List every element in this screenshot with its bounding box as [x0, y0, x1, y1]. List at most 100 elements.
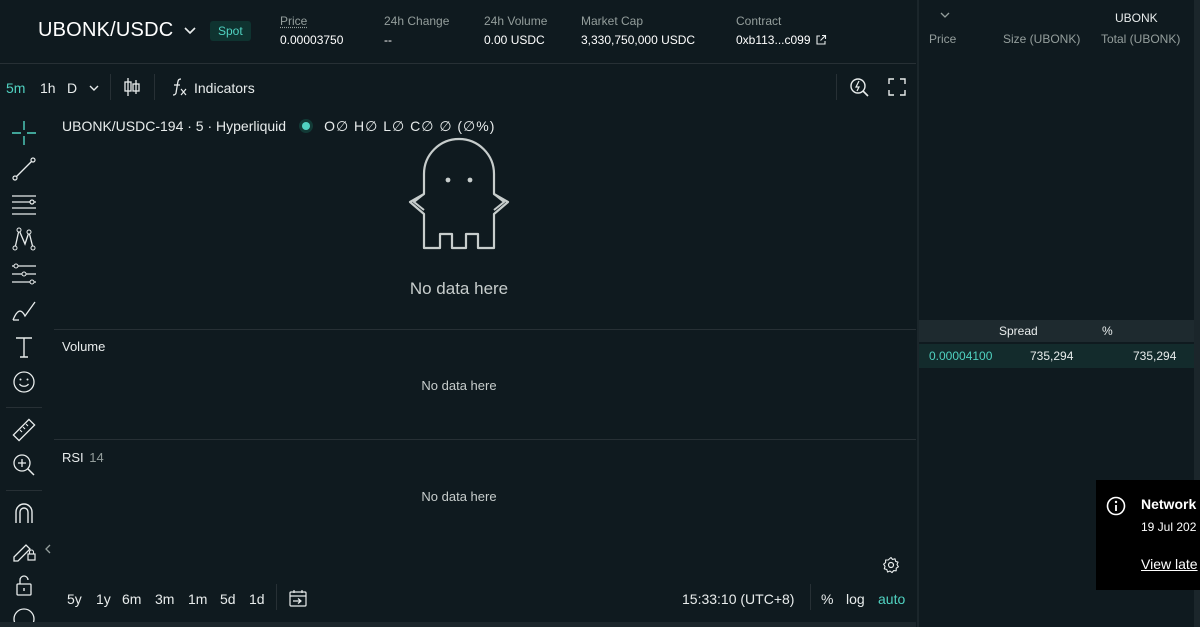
interval-d[interactable]: D: [67, 80, 77, 96]
toolbar-divider: [810, 584, 811, 610]
toolbar-divider: [154, 74, 155, 100]
toolbar-divider: [836, 74, 837, 100]
contract-address[interactable]: 0xb113...c099: [736, 33, 811, 47]
crosshair-icon[interactable]: [11, 120, 37, 146]
asset-selector-label[interactable]: UBONK: [1115, 11, 1158, 25]
stat-contract: Contract 0xb113...c099: [736, 14, 827, 48]
external-link-icon[interactable]: [815, 34, 827, 46]
stat-price: Price 0.00003750: [280, 14, 343, 48]
chart-settings-gear-icon[interactable]: [882, 556, 900, 574]
fullscreen-icon[interactable]: [888, 78, 906, 96]
bid-size: 735,294: [1030, 349, 1074, 363]
stat-label: Market Cap: [581, 14, 644, 28]
toast-title: Network: [1141, 496, 1197, 512]
volume-empty-message: No data here: [421, 378, 497, 393]
chevron-down-icon[interactable]: [182, 22, 198, 38]
chart-area[interactable]: UBONK/USDC-194 · 5 · Hyperliquid O∅ H∅ L∅…: [54, 108, 916, 627]
auto-scale-toggle[interactable]: auto: [878, 591, 905, 607]
toolbar-divider: [110, 74, 111, 100]
log-scale-toggle[interactable]: log: [846, 591, 865, 607]
stat-market-cap: Market Cap 3,330,750,000 USDC: [581, 14, 695, 48]
market-status-dot: [302, 122, 311, 130]
function-icon: [172, 78, 187, 96]
pattern-icon[interactable]: [11, 226, 37, 252]
range-3m[interactable]: 3m: [155, 591, 174, 607]
volume-pane-label: Volume: [62, 339, 106, 354]
pane-divider[interactable]: [54, 439, 916, 440]
chart-legend: UBONK/USDC-194 · 5 · Hyperliquid O∅ H∅ L∅…: [62, 118, 495, 135]
stat-value: 3,330,750,000 USDC: [581, 33, 696, 47]
bottom-panel-edge: [0, 622, 916, 627]
market-header: UBONK/USDC Spot Price 0.00003750 24h Cha…: [0, 0, 916, 64]
contract-link[interactable]: 0xb113...c099: [736, 33, 827, 48]
stat-24h-volume: 24h Volume 0.00 USDC: [484, 14, 547, 48]
stat-label: 24h Volume: [484, 14, 548, 28]
interval-1h[interactable]: 1h: [40, 80, 56, 96]
lock-drawings-icon[interactable]: [11, 536, 37, 562]
column-total: Total (UBONK): [1101, 32, 1181, 46]
bid-row[interactable]: 0.00004100 735,294 735,294: [919, 344, 1194, 368]
indicators-label: Indicators: [194, 80, 255, 96]
stat-value: --: [384, 33, 392, 47]
interval-5m[interactable]: 5m: [6, 80, 25, 96]
stat-label: 24h Change: [384, 14, 450, 28]
bid-total: 735,294: [1133, 349, 1177, 363]
rail-divider: [6, 490, 42, 491]
drawing-tools-rail: [0, 112, 51, 627]
info-icon: [1106, 496, 1126, 516]
go-to-date-icon[interactable]: [288, 588, 308, 608]
range-6m[interactable]: 6m: [122, 591, 141, 607]
stat-label: Contract: [736, 14, 782, 28]
spread-percent: %: [1102, 324, 1113, 338]
toolbar-divider: [276, 584, 277, 610]
zoom-in-icon[interactable]: [11, 452, 37, 478]
rsi-empty-message: No data here: [421, 489, 497, 504]
chevron-down-icon[interactable]: [88, 83, 100, 93]
pane-divider[interactable]: [54, 329, 916, 330]
quick-search-icon[interactable]: [848, 76, 870, 98]
spread-row: Spread %: [919, 320, 1194, 342]
legend-ohlc: O∅ H∅ L∅ C∅ ∅ (∅%): [324, 118, 496, 134]
stat-value: 0.00003750: [280, 33, 344, 47]
emoji-icon[interactable]: [11, 369, 37, 395]
ghost-icon: [408, 137, 510, 250]
toast-link[interactable]: View late: [1141, 556, 1198, 572]
stat-label: Price: [280, 14, 308, 28]
empty-state-message: No data here: [409, 279, 509, 298]
horizontal-lines-icon[interactable]: [11, 191, 37, 217]
percent-scale-toggle[interactable]: %: [821, 591, 833, 607]
trend-line-icon[interactable]: [11, 156, 37, 182]
magnet-icon[interactable]: [11, 500, 37, 526]
rsi-pane-label: RSI 14: [62, 450, 104, 465]
market-type-badge: Spot: [210, 21, 251, 41]
pair-selector[interactable]: UBONK/USDC: [38, 19, 173, 42]
toast-date: 19 Jul 202: [1141, 520, 1197, 534]
chart-toolbar: 5m 1h D Indicators: [0, 66, 916, 108]
lock-icon[interactable]: [11, 572, 37, 598]
column-price: Price: [929, 32, 957, 46]
rail-divider: [6, 407, 42, 408]
chevron-down-icon[interactable]: [939, 10, 951, 20]
range-5d[interactable]: 5d: [220, 591, 236, 607]
ruler-icon[interactable]: [11, 417, 37, 443]
legend-symbol: UBONK/USDC-194 · 5 · Hyperliquid: [62, 118, 287, 134]
rsi-period: 14: [89, 450, 104, 465]
brush-icon[interactable]: [11, 298, 37, 324]
notification-toast[interactable]: Network 19 Jul 202 View late: [1096, 480, 1200, 590]
bid-price: 0.00004100: [929, 349, 993, 363]
range-1m[interactable]: 1m: [188, 591, 207, 607]
collapse-rail-icon[interactable]: [44, 544, 52, 554]
fib-retracement-icon[interactable]: [11, 262, 37, 288]
column-size: Size (UBONK): [1003, 32, 1081, 46]
stat-24h-change: 24h Change --: [384, 14, 449, 48]
spread-label: Spread: [999, 324, 1038, 338]
chart-clock[interactable]: 15:33:10 (UTC+8): [682, 591, 794, 607]
asset-selector[interactable]: UBONK: [1115, 9, 1158, 27]
stat-value: 0.00 USDC: [484, 33, 545, 47]
candles-icon[interactable]: [122, 76, 142, 98]
rsi-label: RSI: [62, 450, 84, 465]
range-1y[interactable]: 1y: [96, 591, 111, 607]
range-1d[interactable]: 1d: [249, 591, 265, 607]
range-5y[interactable]: 5y: [67, 591, 82, 607]
text-icon[interactable]: [11, 334, 37, 360]
